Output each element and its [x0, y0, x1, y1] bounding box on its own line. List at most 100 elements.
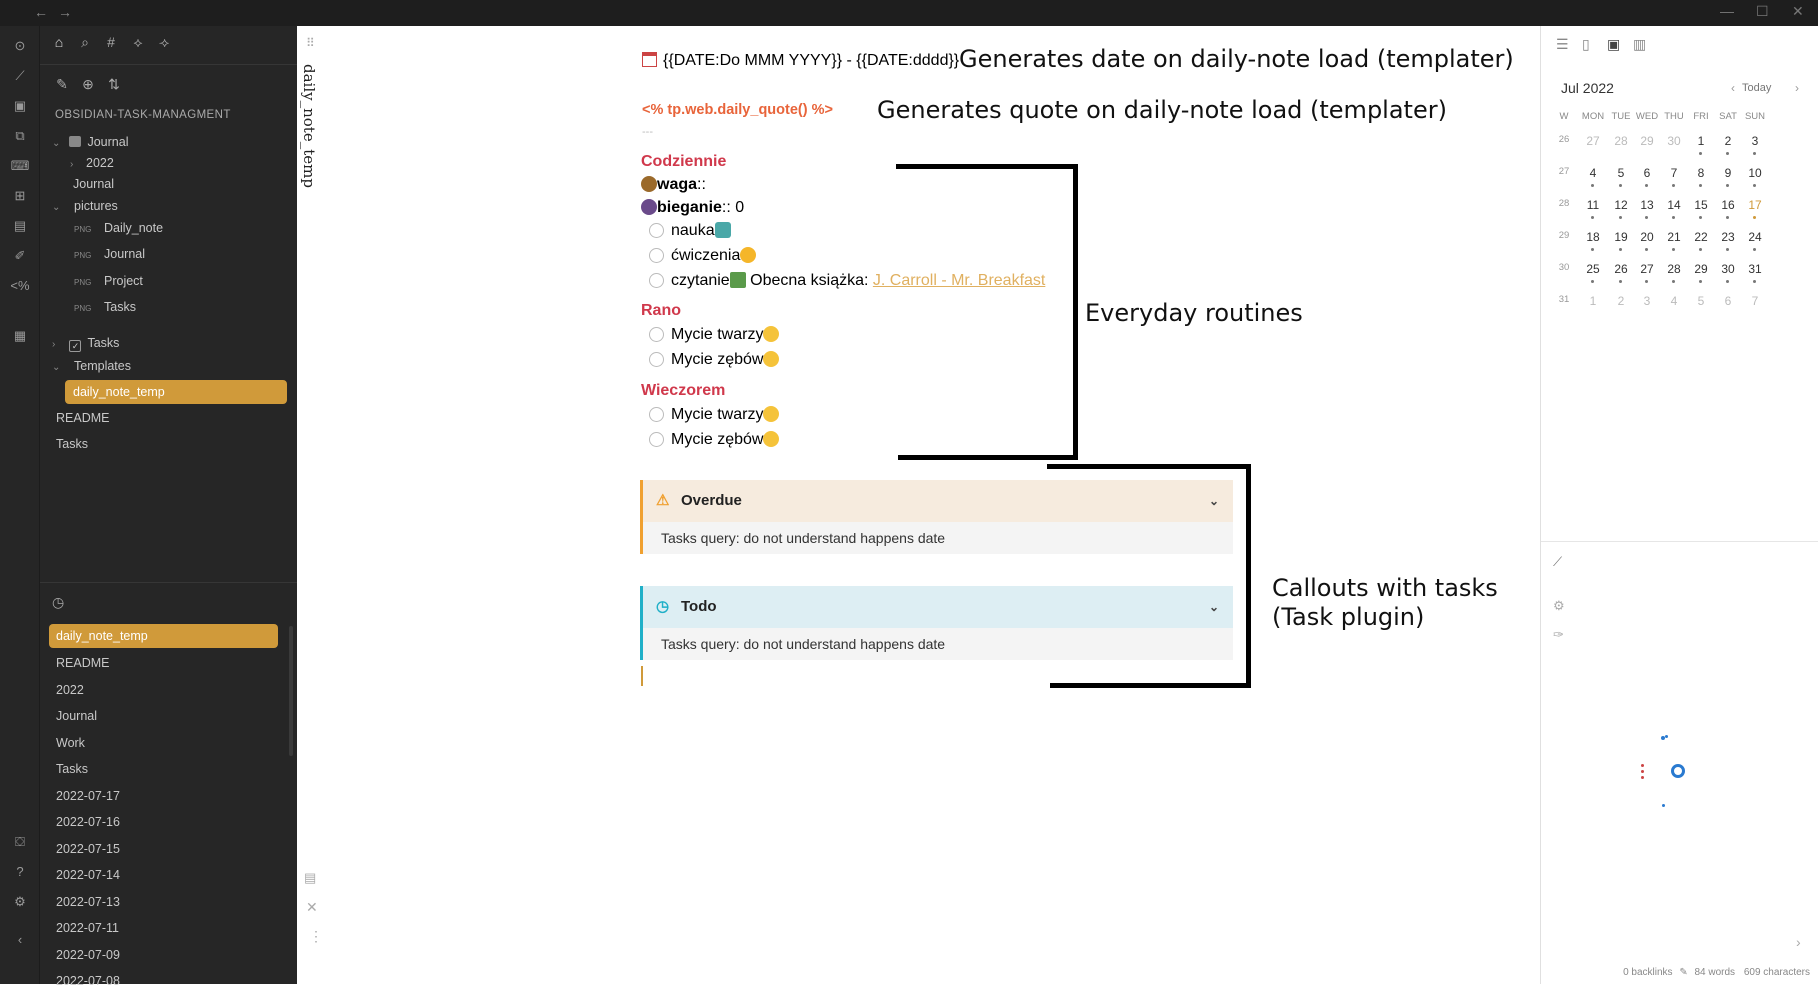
- calendar-day[interactable]: 30: [1713, 262, 1743, 276]
- pin-icon[interactable]: ✑: [1553, 627, 1564, 643]
- file-daily-note-temp[interactable]: daily_note_temp: [65, 380, 287, 404]
- command-palette-icon[interactable]: ⌨: [10, 156, 30, 176]
- canvas-icon[interactable]: ⊞: [10, 186, 30, 206]
- file-daily-note-png[interactable]: PNG Daily_note: [74, 218, 163, 238]
- calendar-day[interactable]: 9: [1713, 166, 1743, 180]
- calendar-day[interactable]: 5: [1686, 294, 1716, 308]
- calendar-day[interactable]: 13: [1632, 198, 1662, 212]
- recent-item[interactable]: 2022-07-14: [56, 865, 120, 885]
- recent-item[interactable]: 2022: [56, 680, 84, 700]
- task-item[interactable]: Mycie twarzy: [649, 326, 780, 344]
- calendar-day[interactable]: 1: [1686, 134, 1716, 148]
- calendar-day[interactable]: 7: [1740, 294, 1770, 308]
- recent-item[interactable]: daily_note_temp: [49, 624, 278, 648]
- graph-view-icon[interactable]: ⟋: [10, 66, 30, 86]
- settings-icon[interactable]: ⚙: [10, 892, 30, 912]
- open-quick-switcher-icon[interactable]: ⊙: [10, 36, 30, 56]
- calendar-day[interactable]: 20: [1632, 230, 1662, 244]
- maximize-icon[interactable]: ☐: [1756, 3, 1769, 20]
- calendar-day[interactable]: 3: [1740, 134, 1770, 148]
- recent-item[interactable]: 2022-07-15: [56, 839, 120, 859]
- forward-icon[interactable]: →: [58, 4, 72, 20]
- calendar-day[interactable]: 23: [1713, 230, 1743, 244]
- kanban-icon[interactable]: ▤: [10, 216, 30, 236]
- recent-item[interactable]: 2022-07-16: [56, 812, 120, 832]
- calendar-day[interactable]: 30: [1659, 134, 1689, 148]
- file-journal-png[interactable]: PNG Journal: [74, 244, 145, 264]
- chevron-down-icon[interactable]: ⌄: [1209, 480, 1219, 522]
- file-project-png[interactable]: PNG Project: [74, 271, 143, 291]
- calendar-day[interactable]: 27: [1632, 262, 1662, 276]
- more-options-icon[interactable]: ⋮: [309, 928, 323, 945]
- drag-handle-icon[interactable]: ⠿: [306, 36, 315, 50]
- calendar-day[interactable]: 31: [1740, 262, 1770, 276]
- graph-icon[interactable]: ⟋: [1553, 554, 1562, 570]
- recent-item[interactable]: 2022-07-13: [56, 892, 120, 912]
- recent-item[interactable]: 2022-07-11: [56, 918, 119, 938]
- quote-template[interactable]: <% tp.web.daily_quote() %>: [642, 102, 833, 118]
- vault-switch-icon[interactable]: ⛋: [10, 832, 30, 852]
- recent-item[interactable]: Journal: [56, 706, 97, 726]
- recent-item[interactable]: README: [56, 653, 109, 673]
- recent-files-icon[interactable]: ◷: [52, 594, 64, 611]
- tags-icon[interactable]: #: [101, 34, 121, 50]
- callout-overdue[interactable]: ⚠ Overdue ⌄ Tasks query: do not understa…: [640, 480, 1233, 554]
- task-checkbox[interactable]: [649, 352, 664, 367]
- task-checkbox[interactable]: [649, 327, 664, 342]
- collapse-sidebar-icon[interactable]: ‹: [10, 930, 30, 950]
- file-icon[interactable]: ▯: [1582, 36, 1590, 53]
- calendar-day[interactable]: 3: [1632, 294, 1662, 308]
- chevron-down-icon[interactable]: ⌄: [1209, 586, 1219, 628]
- help-icon[interactable]: ?: [10, 862, 30, 882]
- folder-tasks[interactable]: › ✓ Tasks: [52, 333, 119, 353]
- property-bieganie[interactable]: bieganie:: 0: [641, 199, 744, 217]
- folder-templates[interactable]: ⌄ Templates: [52, 356, 131, 376]
- heading-evening[interactable]: Wieczorem: [641, 382, 725, 400]
- reading-view-icon[interactable]: ▤: [304, 870, 316, 886]
- templater-icon[interactable]: <%: [10, 276, 30, 296]
- table-icon[interactable]: ▥: [1633, 36, 1646, 53]
- callout-header[interactable]: ◷ Todo ⌄: [643, 586, 1233, 628]
- calendar-day[interactable]: 27: [1578, 134, 1608, 148]
- calendar-day[interactable]: 2: [1713, 134, 1743, 148]
- calendar-day[interactable]: 25: [1578, 262, 1608, 276]
- minimize-icon[interactable]: —: [1720, 3, 1734, 19]
- close-window-icon[interactable]: ✕: [1792, 3, 1804, 20]
- outgoing-links-icon[interactable]: ⟢: [154, 34, 174, 51]
- file-tasks-png[interactable]: PNG Tasks: [74, 297, 136, 317]
- file-journal[interactable]: Journal: [73, 174, 114, 194]
- home-icon[interactable]: ⌂: [49, 34, 69, 50]
- recent-item[interactable]: Work: [56, 733, 85, 753]
- calendar-day[interactable]: 18: [1578, 230, 1608, 244]
- folder-journal[interactable]: ⌄ Journal: [52, 132, 128, 152]
- new-note-icon[interactable]: ✎: [52, 76, 72, 93]
- calendar-day[interactable]: 15: [1686, 198, 1716, 212]
- task-checkbox[interactable]: [649, 273, 664, 288]
- property-waga[interactable]: waga::: [641, 176, 706, 194]
- calendar-day[interactable]: 17: [1740, 198, 1770, 212]
- recent-item[interactable]: Tasks: [56, 759, 88, 779]
- task-item[interactable]: Mycie zębów: [649, 351, 780, 369]
- file-tasks[interactable]: Tasks: [56, 434, 88, 454]
- task-checkbox[interactable]: [649, 407, 664, 422]
- local-graph[interactable]: [1641, 726, 1721, 807]
- task-item[interactable]: Mycie twarzy: [649, 406, 780, 424]
- file-readme[interactable]: README: [56, 408, 109, 428]
- calendar-day[interactable]: 29: [1632, 134, 1662, 148]
- calendar-day[interactable]: 28: [1659, 262, 1689, 276]
- calendar-day[interactable]: 11: [1578, 198, 1608, 212]
- expand-icon[interactable]: ›: [1796, 934, 1801, 950]
- sort-icon[interactable]: ⇅: [104, 76, 124, 93]
- slides-icon[interactable]: ▦: [10, 326, 30, 346]
- recent-item[interactable]: 2022-07-09: [56, 945, 120, 965]
- heading-daily[interactable]: Codziennie: [641, 153, 726, 171]
- calendar-day[interactable]: 1: [1578, 294, 1608, 308]
- outline-icon[interactable]: ☰: [1556, 36, 1569, 53]
- folder-pictures[interactable]: ⌄ pictures: [52, 196, 118, 216]
- daily-note-icon[interactable]: ▣: [10, 96, 30, 116]
- templates-icon[interactable]: ⧉: [10, 126, 30, 146]
- internal-link[interactable]: J. Carroll - Mr. Breakfast: [873, 272, 1045, 289]
- search-icon[interactable]: ⌕: [75, 34, 95, 51]
- close-icon[interactable]: ✕: [306, 899, 318, 916]
- links-icon[interactable]: ⟡: [128, 34, 148, 51]
